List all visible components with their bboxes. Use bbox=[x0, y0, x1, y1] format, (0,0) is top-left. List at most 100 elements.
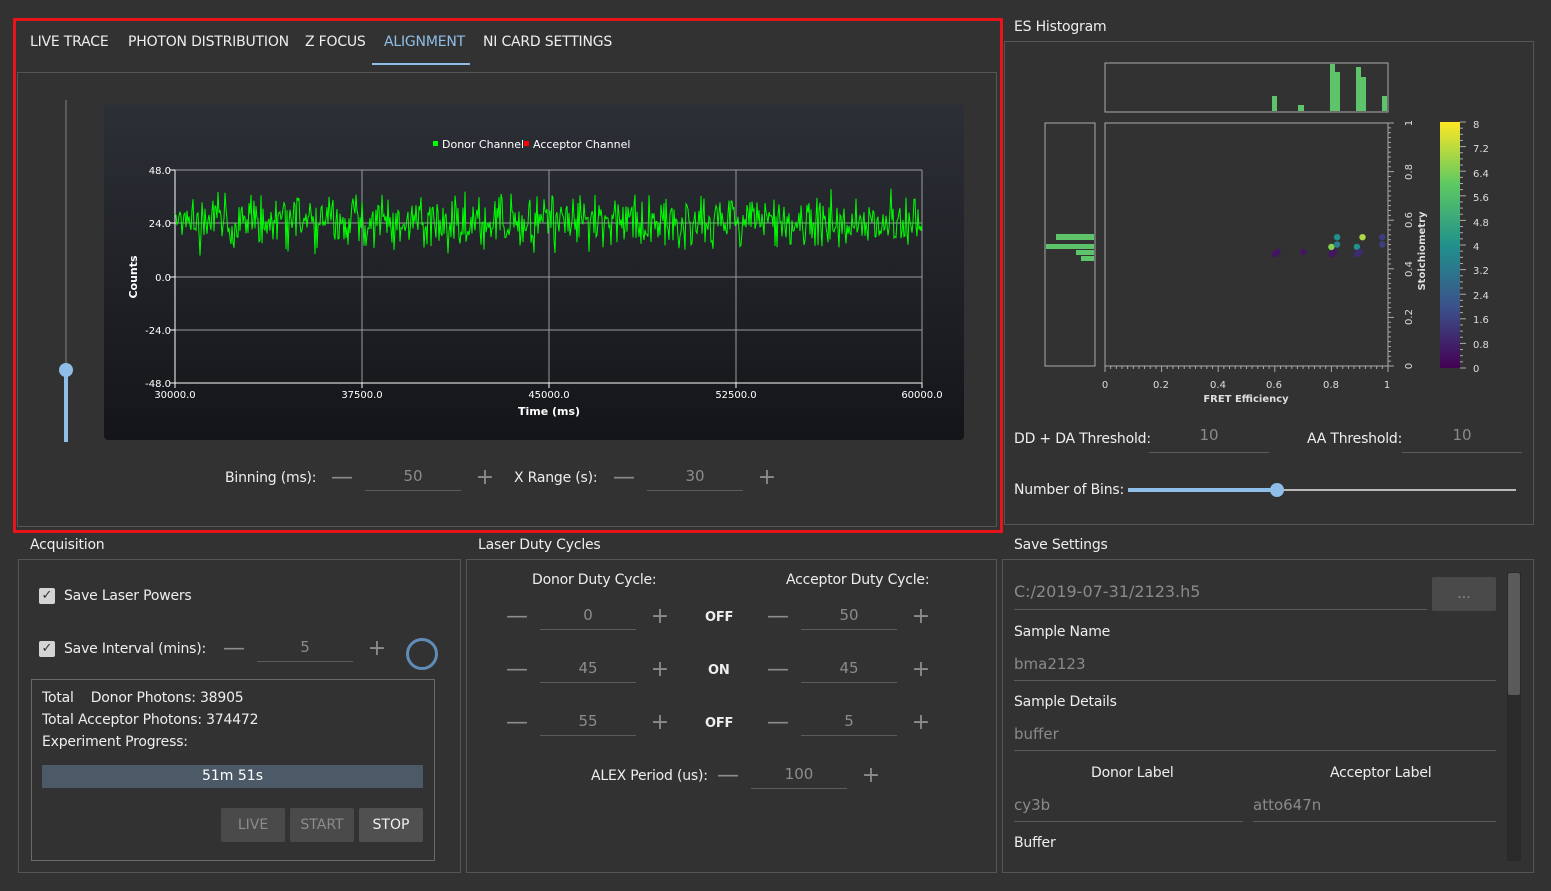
donor-label-input[interactable]: cy3b bbox=[1014, 796, 1243, 822]
acceptor-duty-input[interactable]: 5 bbox=[801, 711, 897, 736]
buffer-label: Buffer bbox=[1014, 835, 1056, 851]
total-acceptor-photons: Total Acceptor Photons: 374472 bbox=[42, 712, 259, 728]
x-tick-label: 37500.0 bbox=[341, 390, 382, 401]
acceptor-label-header: Acceptor Label bbox=[1330, 765, 1432, 781]
interval-decrement-button[interactable]: — bbox=[223, 638, 245, 660]
browse-button[interactable]: ... bbox=[1432, 577, 1496, 611]
acceptor-increment-button[interactable]: + bbox=[911, 659, 931, 681]
colorbar bbox=[1440, 122, 1460, 368]
donor-decrement-button[interactable]: — bbox=[506, 659, 528, 681]
colorbar-tick-label: 5.6 bbox=[1473, 193, 1489, 204]
es-x-tick-label: 0.6 bbox=[1266, 380, 1282, 391]
y-tick-label: -24.0 bbox=[145, 326, 171, 337]
acceptor-duty-input[interactable]: 50 bbox=[801, 605, 897, 630]
scatter-point bbox=[1359, 234, 1366, 241]
donor-duty-header: Donor Duty Cycle: bbox=[532, 572, 657, 588]
xrange-decrement-button[interactable]: — bbox=[613, 467, 635, 489]
scatter-frame bbox=[1104, 122, 1389, 367]
tab-z-focus[interactable]: Z FOCUS bbox=[305, 34, 366, 50]
colorbar-tick-label: 6.4 bbox=[1473, 169, 1489, 180]
stop-button[interactable]: STOP bbox=[359, 808, 423, 842]
interval-increment-button[interactable]: + bbox=[367, 638, 387, 660]
binning-increment-button[interactable]: + bbox=[475, 467, 495, 489]
es-histogram-plot: 0 0.2 0.4 0.6 0.8 1 FRET Efficiency 0 0.… bbox=[1044, 62, 1489, 405]
save-laser-powers-checkbox[interactable]: ✓ bbox=[39, 588, 55, 604]
y-tick-label: 24.0 bbox=[149, 219, 171, 230]
histogram-bar bbox=[1298, 105, 1304, 111]
donor-duty-input[interactable]: 55 bbox=[540, 711, 636, 736]
vertical-slider-track[interactable] bbox=[65, 100, 67, 370]
sample-name-input[interactable]: bma2123 bbox=[1014, 655, 1496, 681]
vertical-slider-handle[interactable] bbox=[59, 363, 73, 377]
es-y-tick-label: 0.6 bbox=[1404, 212, 1415, 228]
scatter-point bbox=[1328, 243, 1335, 251]
scatter-point bbox=[1379, 241, 1386, 248]
acceptor-increment-button[interactable]: + bbox=[911, 712, 931, 734]
bins-slider-fill bbox=[1128, 488, 1277, 492]
experiment-progress-label: Experiment Progress: bbox=[42, 734, 188, 750]
tab-photon-distribution[interactable]: PHOTON DISTRIBUTION bbox=[128, 34, 289, 50]
sample-details-input[interactable]: buffer bbox=[1014, 725, 1496, 751]
alex-decrement-button[interactable]: — bbox=[717, 765, 739, 787]
es-x-axis-label: FRET Efficiency bbox=[1203, 394, 1289, 405]
binning-input[interactable]: 50 bbox=[365, 466, 461, 491]
histogram-bar bbox=[1272, 96, 1277, 111]
acceptor-decrement-button[interactable]: — bbox=[767, 659, 789, 681]
acceptor-increment-button[interactable]: + bbox=[911, 606, 931, 628]
donor-decrement-button[interactable]: — bbox=[506, 712, 528, 734]
active-tab-indicator bbox=[372, 63, 470, 65]
scrollbar-handle[interactable] bbox=[1508, 573, 1520, 695]
colorbar-tick-label: 2.4 bbox=[1473, 291, 1489, 302]
xrange-increment-button[interactable]: + bbox=[757, 467, 777, 489]
live-button[interactable]: LIVE bbox=[221, 808, 285, 842]
acceptor-duty-input[interactable]: 45 bbox=[801, 658, 897, 683]
colorbar-tick-label: 3.2 bbox=[1473, 266, 1489, 277]
donor-increment-button[interactable]: + bbox=[650, 712, 670, 734]
histogram-bar bbox=[1382, 96, 1387, 111]
duty-title: Laser Duty Cycles bbox=[478, 537, 601, 553]
save-interval-checkbox[interactable]: ✓ bbox=[39, 641, 55, 657]
es-histogram-title: ES Histogram bbox=[1014, 19, 1107, 35]
tab-ni-card-settings[interactable]: NI CARD SETTINGS bbox=[483, 34, 612, 50]
y-tick-label: 48.0 bbox=[149, 166, 171, 177]
acceptor-decrement-button[interactable]: — bbox=[767, 606, 789, 628]
scatter-point bbox=[1379, 234, 1386, 241]
donor-legend-label: Donor Channel bbox=[442, 138, 524, 151]
dd-da-threshold-input[interactable]: 10 bbox=[1149, 426, 1269, 453]
experiment-progress-bar: 51m 51s bbox=[42, 765, 423, 788]
alex-increment-button[interactable]: + bbox=[861, 765, 881, 787]
donor-increment-button[interactable]: + bbox=[650, 606, 670, 628]
sample-details-label: Sample Details bbox=[1014, 694, 1117, 710]
donor-decrement-button[interactable]: — bbox=[506, 606, 528, 628]
dd-da-threshold-label: DD + DA Threshold: bbox=[1014, 431, 1151, 447]
save-path-input[interactable]: C:/2019-07-31/2123.h5 bbox=[1014, 582, 1427, 610]
sample-name-label: Sample Name bbox=[1014, 624, 1111, 640]
number-of-bins-label: Number of Bins: bbox=[1014, 482, 1125, 498]
bins-slider-handle[interactable] bbox=[1270, 483, 1284, 497]
donor-duty-input[interactable]: 45 bbox=[540, 658, 636, 683]
top-histogram-frame bbox=[1104, 62, 1389, 113]
es-x-tick-label: 0.4 bbox=[1210, 380, 1226, 391]
histogram-bar bbox=[1076, 250, 1094, 255]
aa-threshold-input[interactable]: 10 bbox=[1402, 426, 1522, 453]
histogram-bar bbox=[1056, 234, 1094, 240]
tab-alignment[interactable]: ALIGNMENT bbox=[384, 34, 465, 50]
histogram-bar bbox=[1361, 77, 1366, 111]
x-tick-label: 30000.0 bbox=[154, 390, 195, 401]
start-button[interactable]: START bbox=[290, 808, 354, 842]
interval-input[interactable]: 5 bbox=[257, 637, 353, 662]
scatter-point bbox=[1299, 248, 1307, 255]
y-tick-label: 0.0 bbox=[155, 273, 171, 284]
tab-live-trace[interactable]: LIVE TRACE bbox=[30, 34, 109, 50]
binning-decrement-button[interactable]: — bbox=[331, 467, 353, 489]
xrange-input[interactable]: 30 bbox=[647, 466, 743, 491]
acceptor-label-input[interactable]: atto647n bbox=[1253, 796, 1496, 822]
acceptor-decrement-button[interactable]: — bbox=[767, 712, 789, 734]
es-x-tick-label: 0 bbox=[1102, 380, 1108, 391]
donor-duty-input[interactable]: 0 bbox=[540, 605, 636, 630]
x-tick-label: 60000.0 bbox=[901, 390, 942, 401]
alex-period-input[interactable]: 100 bbox=[751, 764, 847, 789]
histogram-bar bbox=[1046, 244, 1094, 249]
save-laser-powers-label: Save Laser Powers bbox=[64, 588, 192, 604]
donor-increment-button[interactable]: + bbox=[650, 659, 670, 681]
